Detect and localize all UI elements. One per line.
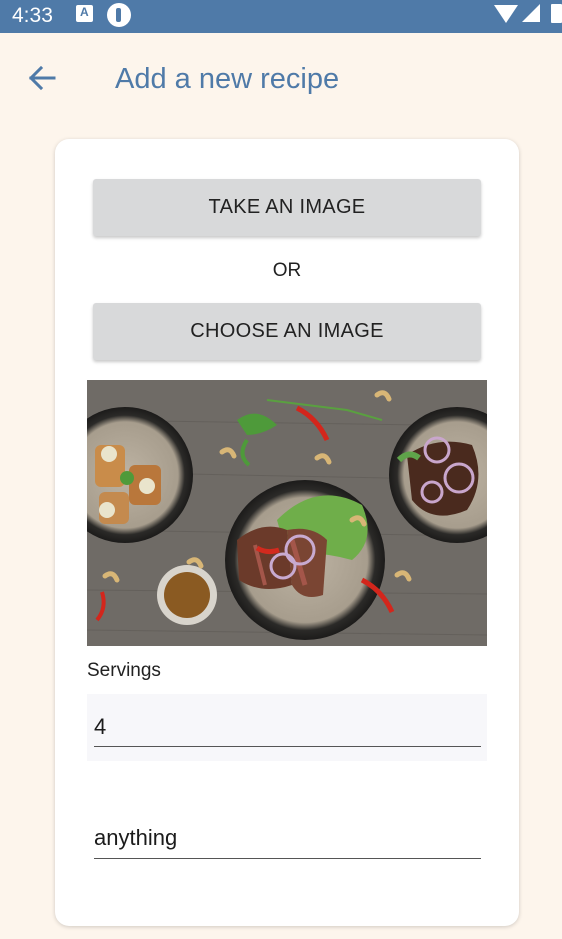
notes-input[interactable]: anything xyxy=(87,807,487,867)
choose-image-button[interactable]: CHOOSE AN IMAGE xyxy=(93,303,481,360)
accessibility-icon xyxy=(76,5,93,22)
status-icons xyxy=(482,0,562,33)
servings-input[interactable]: 4 xyxy=(87,694,487,761)
servings-underline xyxy=(94,746,481,747)
recipe-image xyxy=(87,380,487,646)
wifi-icon xyxy=(494,5,518,23)
app-notification-icon xyxy=(107,3,131,27)
battery-icon xyxy=(551,4,562,23)
arrow-left-icon xyxy=(28,65,56,91)
notes-value: anything xyxy=(94,825,178,850)
signal-icon xyxy=(522,4,540,22)
recipe-form-card: TAKE AN IMAGE OR CHOOSE AN IMAGE Serving… xyxy=(55,139,519,926)
servings-value: 4 xyxy=(94,714,107,739)
food-photo xyxy=(87,380,487,646)
status-bar: 4:33 xyxy=(0,0,562,33)
take-image-button[interactable]: TAKE AN IMAGE xyxy=(93,179,481,236)
status-time: 4:33 xyxy=(12,4,53,27)
page-title: Add a new recipe xyxy=(115,63,340,95)
notes-underline xyxy=(94,858,481,859)
servings-label: Servings xyxy=(87,660,161,681)
or-label: OR xyxy=(272,260,302,281)
app-bar: Add a new recipe xyxy=(0,33,562,125)
back-button[interactable] xyxy=(24,59,62,97)
